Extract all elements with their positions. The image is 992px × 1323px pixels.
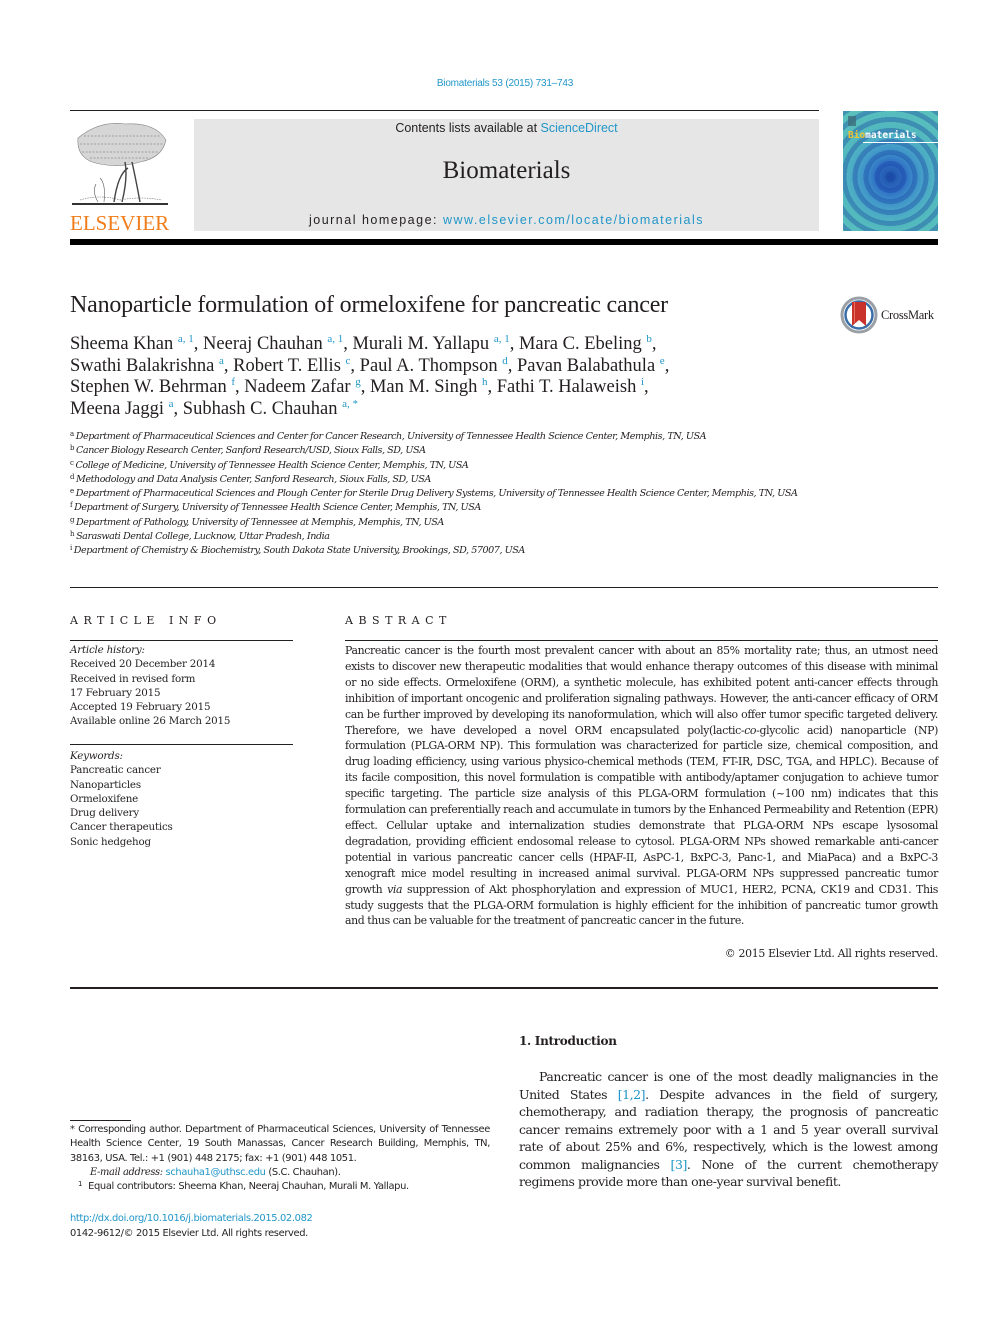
author[interactable]: Man M. Singh h, (370, 377, 497, 398)
author[interactable]: Murali M. Yallapu a, 1, (352, 333, 518, 355)
header-thick-divider (70, 239, 938, 245)
keywords-divider (70, 744, 293, 745)
keyword-item: Nanoparticles (70, 778, 141, 791)
contents-line: Contents lists available at ScienceDirec… (194, 121, 819, 135)
journal-header-box: Contents lists available at ScienceDirec… (194, 119, 819, 231)
keyword-item: Drug delivery (70, 807, 139, 820)
affiliation-item: i Department of Chemistry & Biochemistry,… (70, 544, 525, 557)
author[interactable]: Nadeem Zafar g, (244, 377, 370, 398)
history-item: Received 20 December 2014 (70, 658, 216, 671)
introduction-paragraph: Pancreatic cancer is one of the most dea… (519, 1069, 938, 1189)
author[interactable]: Mara C. Ebeling b, (519, 334, 657, 355)
doi-link[interactable]: http://dx.doi.org/10.1016/j.biomaterials… (70, 1213, 313, 1224)
affiliation-item: c College of Medicine, University of Tenn… (70, 458, 469, 471)
keywords: Keywords: Pancreatic cancer Nanoparticle… (70, 749, 295, 849)
article-info-divider (70, 640, 293, 641)
elsevier-wordmark: ELSEVIER (70, 211, 170, 235)
author-list: Sheema Khan a, 1, Neeraj Chauhan a, 1, M… (70, 334, 830, 421)
affiliation-item: g Department of Pathology, University of … (70, 515, 444, 528)
article-info-heading: ARTICLE INFO (70, 614, 222, 627)
history-item: Received in revised form (70, 672, 196, 685)
header-divider (70, 110, 819, 111)
history-item: Available online 26 March 2015 (70, 715, 231, 728)
affiliation-item: a Department of Pharmaceutical Sciences a… (70, 430, 707, 443)
journal-cover-image[interactable]: Biomaterials (843, 111, 938, 231)
affiliation-marker[interactable]: a, * (342, 398, 358, 410)
author[interactable]: Fathi T. Halaweish i, (497, 377, 649, 398)
keyword-item: Ormeloxifene (70, 792, 139, 805)
history-item: 17 February 2015 (70, 686, 161, 699)
crossmark-label: CrossMark (881, 308, 934, 322)
keyword-item: Pancreatic cancer (70, 764, 161, 777)
equal-contributors-note: 1 Equal contributors: Sheema Khan, Neeraj… (78, 1180, 409, 1193)
journal-name: Biomaterials (442, 157, 571, 184)
article-history-label: Article history: (70, 644, 145, 656)
doi-block: http://dx.doi.org/10.1016/j.biomaterials… (70, 1211, 313, 1241)
email-label: E-mail address: (90, 1166, 163, 1178)
citation-link[interactable]: [1,2] (618, 1087, 646, 1102)
author[interactable]: Paul A. Thompson d, (360, 355, 517, 376)
author[interactable]: Subhash C. Chauhan a, * (183, 398, 358, 420)
citation-link[interactable]: [3] (671, 1157, 688, 1172)
abstract-text: Pancreatic cancer is the fourth most pre… (345, 644, 939, 928)
author[interactable]: Stephen W. Behrman f, (70, 377, 244, 398)
crossmark-button[interactable]: CrossMark (840, 296, 940, 336)
contents-prefix: Contents lists available at (395, 121, 541, 135)
keyword-item: Sonic hedgehog (70, 835, 151, 848)
homepage-line: journal homepage: www.elsevier.com/locat… (194, 213, 819, 227)
email-link[interactable]: schauha1@uthsc.edu (166, 1167, 266, 1178)
author[interactable]: Neeraj Chauhan a, 1, (203, 333, 352, 355)
affiliation-item: e Department of Pharmaceutical Sciences a… (70, 487, 798, 500)
homepage-link[interactable]: www.elsevier.com/locate/biomaterials (443, 213, 704, 227)
cover-title: Biomaterials (848, 130, 917, 141)
author[interactable]: Robert T. Ellis c, (233, 355, 360, 376)
author[interactable]: Swathi Balakrishna a, (70, 355, 233, 376)
cover-divider (863, 142, 938, 143)
abstract-heading: ABSTRACT (345, 614, 452, 627)
journal-reference-link[interactable]: Biomaterials 53 (2015) 731–743 (0, 78, 992, 89)
author[interactable]: Sheema Khan a, 1, (70, 333, 203, 355)
affiliation-item: b Cancer Biology Research Center, Sanford… (70, 444, 426, 457)
author[interactable]: Pavan Balabathula e, (517, 355, 669, 376)
history-item: Accepted 19 February 2015 (70, 701, 211, 714)
front-matter-divider (70, 987, 938, 989)
affiliation-list: a Department of Pharmaceutical Sciences a… (70, 430, 830, 559)
section-divider (70, 587, 938, 588)
affiliation-marker[interactable]: a, 1 (327, 333, 343, 345)
sciencedirect-link[interactable]: ScienceDirect (541, 121, 618, 135)
corresponding-author-note: * Corresponding author. Department of Ph… (70, 1124, 490, 1164)
article-title: Nanoparticle formulation of ormeloxifene… (70, 292, 668, 318)
elsevier-tree-icon (72, 123, 168, 205)
homepage-prefix: journal homepage: (308, 213, 443, 227)
abstract-copyright: © 2015 Elsevier Ltd. All rights reserved… (724, 947, 939, 960)
affiliation-item: f Department of Surgery, University of Te… (70, 501, 481, 514)
introduction-heading: 1. Introduction (519, 1034, 617, 1048)
affiliation-item: h Saraswati Dental College, Lucknow, Utta… (70, 530, 330, 543)
affiliation-marker[interactable]: a, 1 (178, 333, 194, 345)
email-note: E-mail address: schauha1@uthsc.edu (S.C.… (90, 1166, 341, 1178)
footnote-divider (70, 1120, 131, 1121)
article-history: Article history: Received 20 December 20… (70, 643, 295, 729)
affiliation-item: d Methodology and Data Analysis Center, S… (70, 472, 431, 485)
crossmark-icon (840, 296, 878, 334)
footnotes: * Corresponding author. Department of Ph… (70, 1123, 490, 1194)
abstract-divider (345, 640, 938, 641)
affiliation-marker[interactable]: a, 1 (494, 333, 510, 345)
cover-pattern (843, 111, 938, 231)
issn-line: 0142-9612/© 2015 Elsevier Ltd. All right… (70, 1228, 308, 1239)
elsevier-logo[interactable]: ELSEVIER (70, 118, 170, 235)
keyword-item: Cancer therapeutics (70, 821, 173, 834)
keywords-label: Keywords: (70, 750, 123, 762)
cover-publisher-icon (848, 116, 856, 126)
author[interactable]: Meena Jaggi a, (70, 399, 183, 420)
